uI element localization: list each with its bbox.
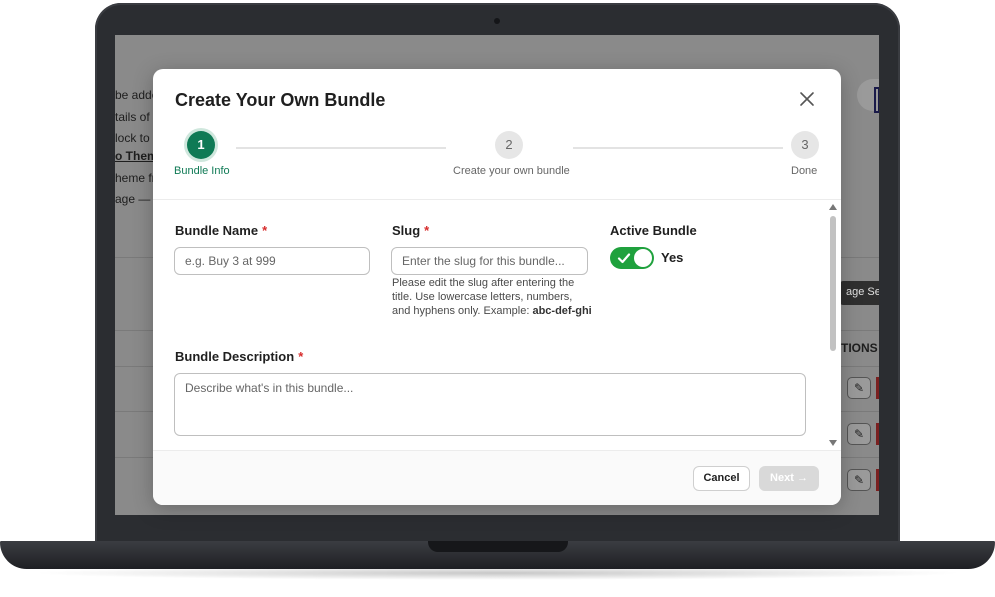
active-bundle-state: Yes [661,250,684,265]
bundle-name-input[interactable] [174,247,370,275]
check-icon [617,253,631,264]
step-1-indicator: 1 [187,131,215,159]
background-delete-button [876,469,879,491]
background-delete-button [876,423,879,445]
create-bundle-modal: Create Your Own Bundle 1 Bundle Info 2 C… [153,69,841,505]
slug-help-text: Please edit the slug after entering the … [392,277,592,317]
background-actions-header: TIONS [841,341,878,355]
bundle-description-label: Bundle Description * [175,349,304,364]
slug-input[interactable] [391,247,588,275]
bundle-name-label: Bundle Name * [175,223,268,238]
camera-icon [494,18,500,24]
step-1-label: Bundle Info [174,165,230,177]
bundle-info-form: Bundle Name* Slug* Please edit the slug … [153,200,841,450]
active-bundle-label: Active Bundle [610,223,697,238]
background-text: tails of [115,110,150,124]
next-button[interactable]: Next → [759,466,819,491]
background-text: lock to [115,131,150,145]
step-2-indicator: 2 [495,131,523,159]
background-square-icon [874,87,879,113]
pencil-icon: ✎ [847,469,871,491]
close-icon[interactable] [797,89,817,109]
slug-help-example: abc-def-ghi [532,305,592,317]
step-3-indicator: 3 [791,131,819,159]
scroll-down-arrow-icon[interactable] [829,440,837,446]
background-page-settings-button: age Set [840,281,879,305]
active-bundle-toggle[interactable] [610,247,654,269]
stepper-connector [573,147,783,149]
modal-footer: Cancel Next → [153,450,841,505]
toggle-knob [634,249,652,267]
form-scrollbar[interactable] [827,200,839,450]
step-2-label: Create your own bundle [453,165,570,177]
laptop-mockup: be adde tails of lock to o Them heme fr … [0,0,995,597]
stepper-connector [236,147,446,149]
background-delete-button [876,377,879,399]
scroll-thumb[interactable] [830,216,836,351]
background-text: heme fr [115,171,156,185]
required-mark: * [298,349,304,364]
background-link: o Them [115,149,158,163]
step-3-label: Done [791,165,818,177]
required-mark: * [424,223,430,238]
required-mark: * [262,223,268,238]
laptop-notch [428,541,568,552]
modal-title: Create Your Own Bundle [175,90,386,110]
background-text: be adde [115,88,159,102]
bundle-description-textarea[interactable] [174,373,806,436]
scroll-up-arrow-icon[interactable] [829,204,837,210]
cancel-button[interactable]: Cancel [693,466,750,491]
slug-label: Slug * [392,223,430,238]
background-text: age — [115,192,151,206]
pencil-icon: ✎ [847,423,871,445]
pencil-icon: ✎ [847,377,871,399]
